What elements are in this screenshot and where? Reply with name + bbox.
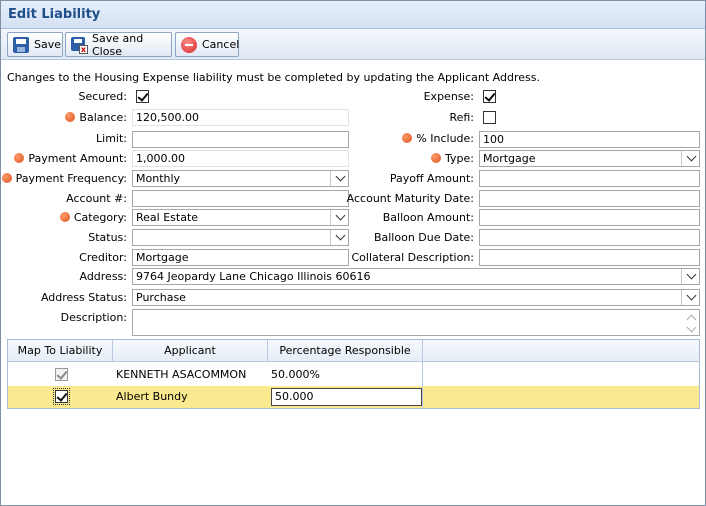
balloon-amount-input[interactable] xyxy=(479,209,700,226)
cancel-button[interactable]: Cancel xyxy=(175,32,239,57)
required-indicator xyxy=(59,212,70,222)
description-label: Description: xyxy=(60,311,127,324)
table-row-selected[interactable]: Albert Bundy 50.000 xyxy=(8,386,699,408)
scroll-down-icon[interactable] xyxy=(686,322,697,333)
table-row[interactable]: KENNETH ASACOMMON 50.000% xyxy=(8,364,699,386)
column-divider xyxy=(422,362,423,408)
required-indicator xyxy=(1,173,12,183)
collateral-description-label: Collateral Description: xyxy=(351,251,474,264)
collateral-description-input[interactable] xyxy=(479,249,700,266)
address-status-label: Address Status: xyxy=(40,291,127,304)
title-bar: Edit Liability xyxy=(1,1,705,29)
toolbar: Save x Save and Close Cancel xyxy=(1,29,705,60)
housing-expense-notice: Changes to the Housing Expense liability… xyxy=(7,71,540,84)
account-number-label: Account #: xyxy=(66,192,127,205)
chevron-down-icon xyxy=(335,210,346,221)
payoff-amount-label: Payoff Amount: xyxy=(389,172,474,185)
map-to-liability-checkbox[interactable] xyxy=(55,368,68,381)
chevron-down-icon xyxy=(686,151,697,162)
chevron-down-icon xyxy=(335,171,346,182)
payment-frequency-select[interactable]: Monthly xyxy=(132,170,349,187)
required-indicator xyxy=(431,153,442,163)
save-close-icon: x xyxy=(71,36,88,54)
address-label: Address: xyxy=(79,270,127,283)
chevron-down-icon xyxy=(686,290,697,301)
save-label: Save xyxy=(34,38,62,51)
payoff-amount-input[interactable] xyxy=(479,170,700,187)
percentage-responsible: 50.000% xyxy=(271,368,320,381)
save-icon xyxy=(13,36,29,53)
save-and-close-label: Save and Close xyxy=(92,31,144,58)
status-select[interactable] xyxy=(132,229,349,246)
creditor-input[interactable]: Mortgage xyxy=(132,249,349,266)
applicant-mapping-grid: Map To Liability Applicant Percentage Re… xyxy=(7,339,700,409)
refi-checkbox[interactable] xyxy=(483,111,496,124)
required-indicator xyxy=(402,133,413,143)
applicant-name: KENNETH ASACOMMON xyxy=(116,368,247,381)
limit-label: Limit: xyxy=(96,132,127,145)
chevron-down-icon xyxy=(335,230,346,241)
payment-frequency-label: Payment Frequency: xyxy=(1,172,127,186)
type-label: Type: xyxy=(431,152,474,166)
category-select[interactable]: Real Estate xyxy=(132,209,349,226)
percentage-responsible-input[interactable]: 50.000 xyxy=(271,388,422,406)
cancel-label: Cancel xyxy=(202,38,240,51)
save-button[interactable]: Save xyxy=(7,32,63,57)
payment-amount-input[interactable]: 1,000.00 xyxy=(132,150,349,167)
refi-label: Refi: xyxy=(449,111,474,124)
balloon-due-date-input[interactable] xyxy=(479,229,700,246)
account-maturity-date-label: Account Maturity Date: xyxy=(346,192,474,205)
secured-checkbox[interactable] xyxy=(136,90,149,103)
status-label: Status: xyxy=(88,231,127,244)
edit-liability-window: Edit Liability Save x Save and Close Can… xyxy=(0,0,706,506)
creditor-label: Creditor: xyxy=(79,251,127,264)
required-indicator xyxy=(14,153,25,163)
payment-amount-label: Payment Amount: xyxy=(14,152,127,166)
account-number-input[interactable] xyxy=(132,190,349,207)
account-maturity-date-input[interactable] xyxy=(479,190,700,207)
save-and-close-button[interactable]: x Save and Close xyxy=(65,31,172,58)
address-status-select[interactable]: Purchase xyxy=(132,289,700,306)
applicant-name: Albert Bundy xyxy=(116,390,188,403)
chevron-down-icon xyxy=(686,269,697,280)
balance-input[interactable]: 120,500.00 xyxy=(132,109,349,126)
balloon-amount-label: Balloon Amount: xyxy=(382,211,474,224)
type-select[interactable]: Mortgage xyxy=(479,150,700,167)
balance-label: Balance: xyxy=(65,111,127,125)
map-to-liability-checkbox[interactable] xyxy=(53,388,70,405)
cancel-icon xyxy=(181,36,197,53)
address-select[interactable]: 9764 Jeopardy Lane Chicago Illinois 6061… xyxy=(132,268,700,285)
secured-label: Secured: xyxy=(78,90,127,103)
pct-include-label: % Include: xyxy=(402,132,474,146)
grid-header: Map To Liability Applicant Percentage Re… xyxy=(8,340,699,362)
column-header-map-to-liability[interactable]: Map To Liability xyxy=(8,340,113,361)
limit-input[interactable] xyxy=(132,131,349,148)
category-label: Category: xyxy=(59,211,127,225)
pct-include-input[interactable]: 100 xyxy=(479,131,700,148)
description-textarea[interactable] xyxy=(132,309,700,336)
balloon-due-date-label: Balloon Due Date: xyxy=(373,231,474,244)
expense-label: Expense: xyxy=(423,90,474,103)
expense-checkbox[interactable] xyxy=(483,90,496,103)
required-indicator xyxy=(65,112,76,122)
column-header-percentage-responsible[interactable]: Percentage Responsible xyxy=(268,340,423,361)
column-header-applicant[interactable]: Applicant xyxy=(113,340,268,361)
window-title: Edit Liability xyxy=(8,7,101,22)
